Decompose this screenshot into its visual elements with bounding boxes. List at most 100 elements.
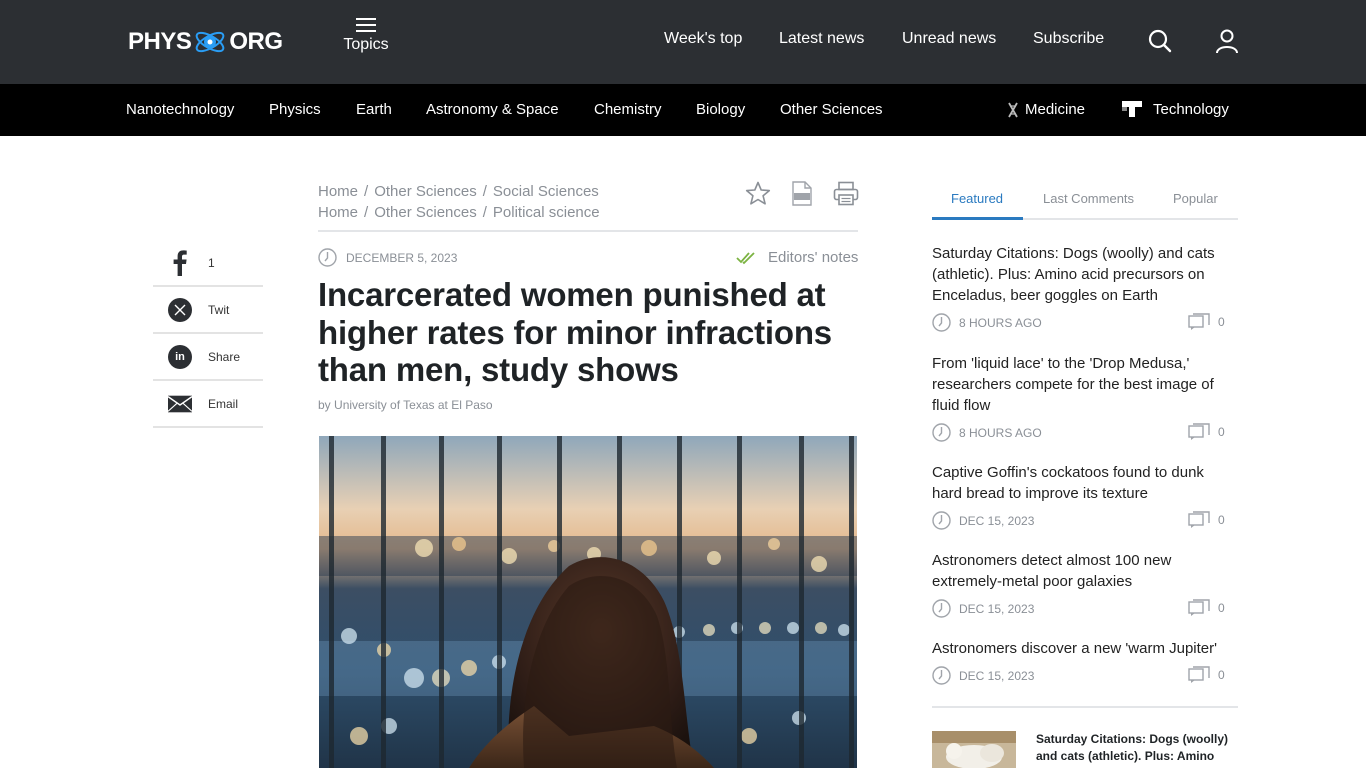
- comments-icon: [1188, 423, 1210, 440]
- byline-prefix: by: [318, 398, 331, 412]
- topics-menu-button[interactable]: Topics: [340, 18, 392, 54]
- nav-chemistry[interactable]: Chemistry: [594, 101, 662, 118]
- nav-physics[interactable]: Physics: [269, 101, 321, 118]
- search-icon[interactable]: [1148, 28, 1172, 54]
- top-header: PHYS ORG Topics Week's top Latest news U…: [0, 0, 1366, 84]
- nav-other-sciences[interactable]: Other Sciences: [780, 101, 883, 118]
- share-linkedin[interactable]: in Share: [153, 334, 263, 381]
- featured-item-title[interactable]: Saturday Citations: Dogs (woolly) and ca…: [932, 243, 1238, 306]
- featured-item-comments[interactable]: 0: [1188, 666, 1225, 684]
- clock-icon: [932, 423, 951, 442]
- breadcrumb-other-sciences[interactable]: Other Sciences: [374, 204, 477, 221]
- nav-weeks-top[interactable]: Week's top: [664, 30, 742, 48]
- nav-subscribe[interactable]: Subscribe: [1033, 30, 1104, 48]
- featured-item-comments[interactable]: 0: [1188, 313, 1225, 331]
- featured-item-time: DEC 15, 2023: [932, 511, 1034, 530]
- featured-item: Astronomers detect almost 100 new extrem…: [932, 550, 1238, 619]
- x-twitter-icon: [168, 297, 192, 322]
- nav-unread-news[interactable]: Unread news: [902, 30, 996, 48]
- nav-technology[interactable]: Technology: [1153, 101, 1229, 118]
- breadcrumb: Home / Other Sciences / Political science: [318, 204, 600, 221]
- nav-earth[interactable]: Earth: [356, 101, 392, 118]
- envelope-icon: [168, 392, 192, 416]
- dna-medicine-icon: [1008, 102, 1018, 118]
- topics-label: Topics: [343, 36, 389, 53]
- category-nav: Nanotechnology Physics Earth Astronomy &…: [0, 84, 1366, 136]
- article-byline: by University of Texas at El Paso: [318, 398, 493, 412]
- pdf-download-icon[interactable]: [791, 181, 813, 206]
- editors-notes-link[interactable]: Editors' notes: [736, 249, 858, 266]
- featured-item-time: DEC 15, 2023: [932, 666, 1034, 685]
- tab-popular[interactable]: Popular: [1173, 191, 1218, 206]
- nav-nanotechnology[interactable]: Nanotechnology: [126, 101, 234, 118]
- sidebar-tabs: Featured Last Comments Popular: [932, 182, 1238, 220]
- featured-item-time: 8 HOURS AGO: [932, 313, 1042, 332]
- article-source-link[interactable]: University of Texas at El Paso: [334, 398, 493, 412]
- breadcrumb-political-science[interactable]: Political science: [493, 204, 600, 221]
- site-logo[interactable]: PHYS ORG: [128, 22, 283, 62]
- clock-icon: [932, 599, 951, 618]
- tech-x-icon: [1122, 101, 1142, 117]
- logo-text-org: ORG: [229, 28, 283, 55]
- breadcrumb-other-sciences[interactable]: Other Sciences: [374, 183, 477, 200]
- share-twitter[interactable]: Twit: [153, 287, 263, 334]
- hamburger-icon: [356, 18, 376, 32]
- comments-icon: [1188, 313, 1210, 330]
- article-date: DECEMBER 5, 2023: [318, 248, 457, 267]
- sidebar-divider: [932, 706, 1238, 708]
- featured-item-time: 8 HOURS AGO: [932, 423, 1042, 442]
- breadcrumb-home[interactable]: Home: [318, 204, 358, 221]
- linkedin-icon: in: [168, 344, 192, 369]
- featured-item-comments[interactable]: 0: [1188, 511, 1225, 529]
- featured-item-comments[interactable]: 0: [1188, 599, 1225, 617]
- nav-medicine[interactable]: Medicine: [1025, 101, 1085, 118]
- nav-biology[interactable]: Biology: [696, 101, 745, 118]
- comments-icon: [1188, 599, 1210, 616]
- breadcrumb: Home / Other Sciences / Social Sciences: [318, 183, 599, 200]
- double-check-icon: [736, 251, 755, 264]
- linkedin-share-label: Share: [208, 349, 241, 364]
- logo-text-phys: PHYS: [128, 28, 192, 55]
- featured-item: Captive Goffin's cockatoos found to dunk…: [932, 462, 1238, 531]
- featured-item-time: DEC 15, 2023: [932, 599, 1034, 618]
- breadcrumb-social-sciences[interactable]: Social Sciences: [493, 183, 599, 200]
- featured-item: Saturday Citations: Dogs (woolly) and ca…: [932, 243, 1238, 333]
- email-share-label: Email: [208, 396, 239, 411]
- nav-astronomy-space[interactable]: Astronomy & Space: [426, 101, 559, 118]
- article-date-text: DECEMBER 5, 2023: [346, 250, 458, 265]
- facebook-share-count: 1: [208, 255, 215, 270]
- atom-logo-icon: [196, 31, 225, 53]
- twitter-share-label: Twit: [208, 302, 230, 317]
- featured-item: Astronomers discover a new 'warm Jupiter…: [932, 638, 1238, 686]
- share-sidebar: 1 Twit in Share Email: [153, 240, 263, 428]
- article-hero-image[interactable]: [319, 436, 857, 768]
- clock-icon: [932, 666, 951, 685]
- user-account-icon[interactable]: [1215, 28, 1239, 54]
- article-divider: [318, 230, 858, 232]
- share-facebook[interactable]: 1: [153, 240, 263, 287]
- clock-icon: [932, 511, 951, 530]
- active-tab-indicator: [932, 217, 1023, 220]
- print-icon[interactable]: [833, 181, 859, 206]
- featured-item-title[interactable]: From 'liquid lace' to the 'Drop Medusa,'…: [932, 353, 1238, 416]
- nav-latest-news[interactable]: Latest news: [779, 30, 864, 48]
- featured-item-title[interactable]: Astronomers discover a new 'warm Jupiter…: [932, 638, 1238, 659]
- featured-item-title[interactable]: Astronomers detect almost 100 new extrem…: [932, 550, 1238, 592]
- bookmark-star-icon[interactable]: [745, 181, 771, 206]
- facebook-icon: [168, 249, 192, 276]
- comments-icon: [1188, 666, 1210, 683]
- share-email[interactable]: Email: [153, 381, 263, 428]
- featured-item-comments[interactable]: 0: [1188, 423, 1225, 441]
- breadcrumb-home[interactable]: Home: [318, 183, 358, 200]
- comments-icon: [1188, 511, 1210, 528]
- featured-item: From 'liquid lace' to the 'Drop Medusa,'…: [932, 353, 1238, 443]
- clock-icon: [318, 248, 337, 267]
- featured-item-title[interactable]: Captive Goffin's cockatoos found to dunk…: [932, 462, 1238, 504]
- article-title: Incarcerated women punished at higher ra…: [318, 276, 832, 388]
- related-article-title[interactable]: Saturday Citations: Dogs (woolly) and ca…: [1036, 731, 1241, 765]
- clock-icon: [932, 313, 951, 332]
- tab-last-comments[interactable]: Last Comments: [1043, 191, 1134, 206]
- article-thumbnail[interactable]: [932, 731, 1016, 768]
- editors-notes-label: Editors' notes: [768, 249, 859, 266]
- tab-featured[interactable]: Featured: [951, 191, 1003, 206]
